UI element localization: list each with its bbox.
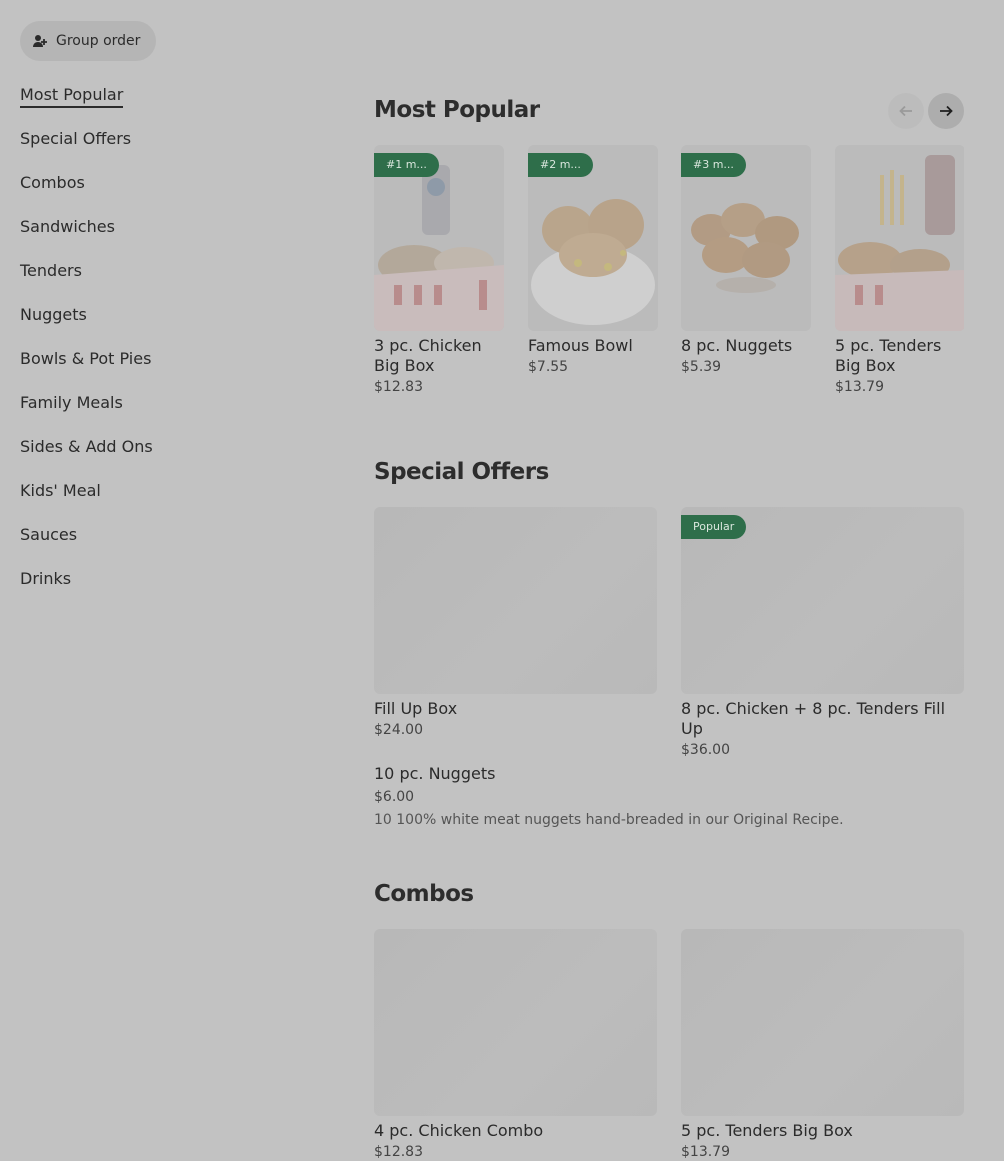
sidebar-item-combos[interactable]: Combos [20,172,320,216]
offer-image-placeholder: Popular [681,507,964,694]
carousel-controls [888,93,964,129]
combo-image-placeholder [681,929,964,1116]
product-card[interactable]: 5 pc. Tenders Big Box $13.79 [835,145,964,395]
rank-badge: #3 m... [681,153,746,177]
offer-name: Fill Up Box [374,699,458,718]
sidebar-item-sauces[interactable]: Sauces [20,524,320,568]
combo-card[interactable]: 4 pc. Chicken Combo $12.83 [374,929,657,1160]
sidebar-item-tenders[interactable]: Tenders [20,260,320,304]
combo-name: 4 pc. Chicken Combo [374,1121,544,1140]
combo-card[interactable]: 5 pc. Tenders Big Box $13.79 [681,929,964,1160]
combo-price: $13.79 [681,1144,730,1160]
rank-badge: #1 m... [374,153,439,177]
carousel-next-button[interactable] [928,93,964,129]
product-image [835,145,964,331]
product-name: 8 pc. Nuggets [681,336,793,355]
group-order-label: Group order [56,33,141,49]
product-card[interactable]: #2 m... Famous Bowl $7.55 [528,145,658,375]
special-offers-title: Special Offers [374,459,549,485]
product-price: $12.83 [374,379,423,395]
combos-title: Combos [374,881,474,907]
sidebar-item-kids-meal[interactable]: Kids' Meal [20,480,320,524]
arrow-left-icon [899,105,912,117]
arrow-right-icon [940,105,953,117]
offer-text-item[interactable]: 10 pc. Nuggets $6.00 10 100% white meat … [374,764,964,828]
product-image: #3 m... [681,145,811,331]
product-name: Famous Bowl [528,336,633,355]
offer-price: $24.00 [374,722,423,738]
offer-price: $6.00 [374,789,415,805]
offer-image-placeholder [374,507,657,694]
product-card[interactable]: #1 m... 3 pc. Chicken Big Box $12.83 [374,145,504,395]
offer-card[interactable]: Popular 8 pc. Chicken + 8 pc. Tenders Fi… [681,507,964,758]
combo-image-placeholder [374,929,657,1116]
product-name: 5 pc. Tenders Big Box [835,336,942,375]
product-image: #1 m... [374,145,504,331]
add-person-icon [33,35,47,47]
offer-name: 10 pc. Nuggets [374,764,496,783]
combo-price: $12.83 [374,1144,423,1160]
sidebar-item-most-popular[interactable]: Most Popular [20,84,320,128]
product-card[interactable]: #3 m... 8 pc. Nuggets $5.39 [681,145,811,375]
offer-price: $36.00 [681,742,730,758]
product-price: $13.79 [835,379,884,395]
offer-name: 8 pc. Chicken + 8 pc. Tenders Fill Up [681,699,946,738]
sidebar-item-family-meals[interactable]: Family Meals [20,392,320,436]
sidebar-item-sandwiches[interactable]: Sandwiches [20,216,320,260]
sidebar-item-nuggets[interactable]: Nuggets [20,304,320,348]
sidebar-item-sides-add-ons[interactable]: Sides & Add Ons [20,436,320,480]
popular-badge: Popular [681,515,747,539]
product-price: $7.55 [528,359,569,375]
offer-card[interactable]: Fill Up Box $24.00 [374,507,657,738]
combo-name: 5 pc. Tenders Big Box [681,1121,853,1140]
group-order-button[interactable]: Group order [20,21,157,61]
product-price: $5.39 [681,359,722,375]
sidebar-item-drinks[interactable]: Drinks [20,568,320,612]
tenders-box-illustration [835,155,964,331]
most-popular-title: Most Popular [374,97,540,123]
rank-badge: #2 m... [528,153,593,177]
product-image: #2 m... [528,145,658,331]
offer-description: 10 100% white meat nuggets hand-breaded … [374,812,844,828]
carousel-prev-button[interactable] [888,93,924,129]
category-sidebar: Most Popular Special Offers Combos Sandw… [20,84,320,612]
sidebar-item-bowls-pot-pies[interactable]: Bowls & Pot Pies [20,348,320,392]
product-name: 3 pc. Chicken Big Box [374,336,482,375]
most-popular-carousel: #1 m... 3 pc. Chicken Big Box $12.83 #2 … [374,145,964,405]
sidebar-item-special-offers[interactable]: Special Offers [20,128,320,172]
